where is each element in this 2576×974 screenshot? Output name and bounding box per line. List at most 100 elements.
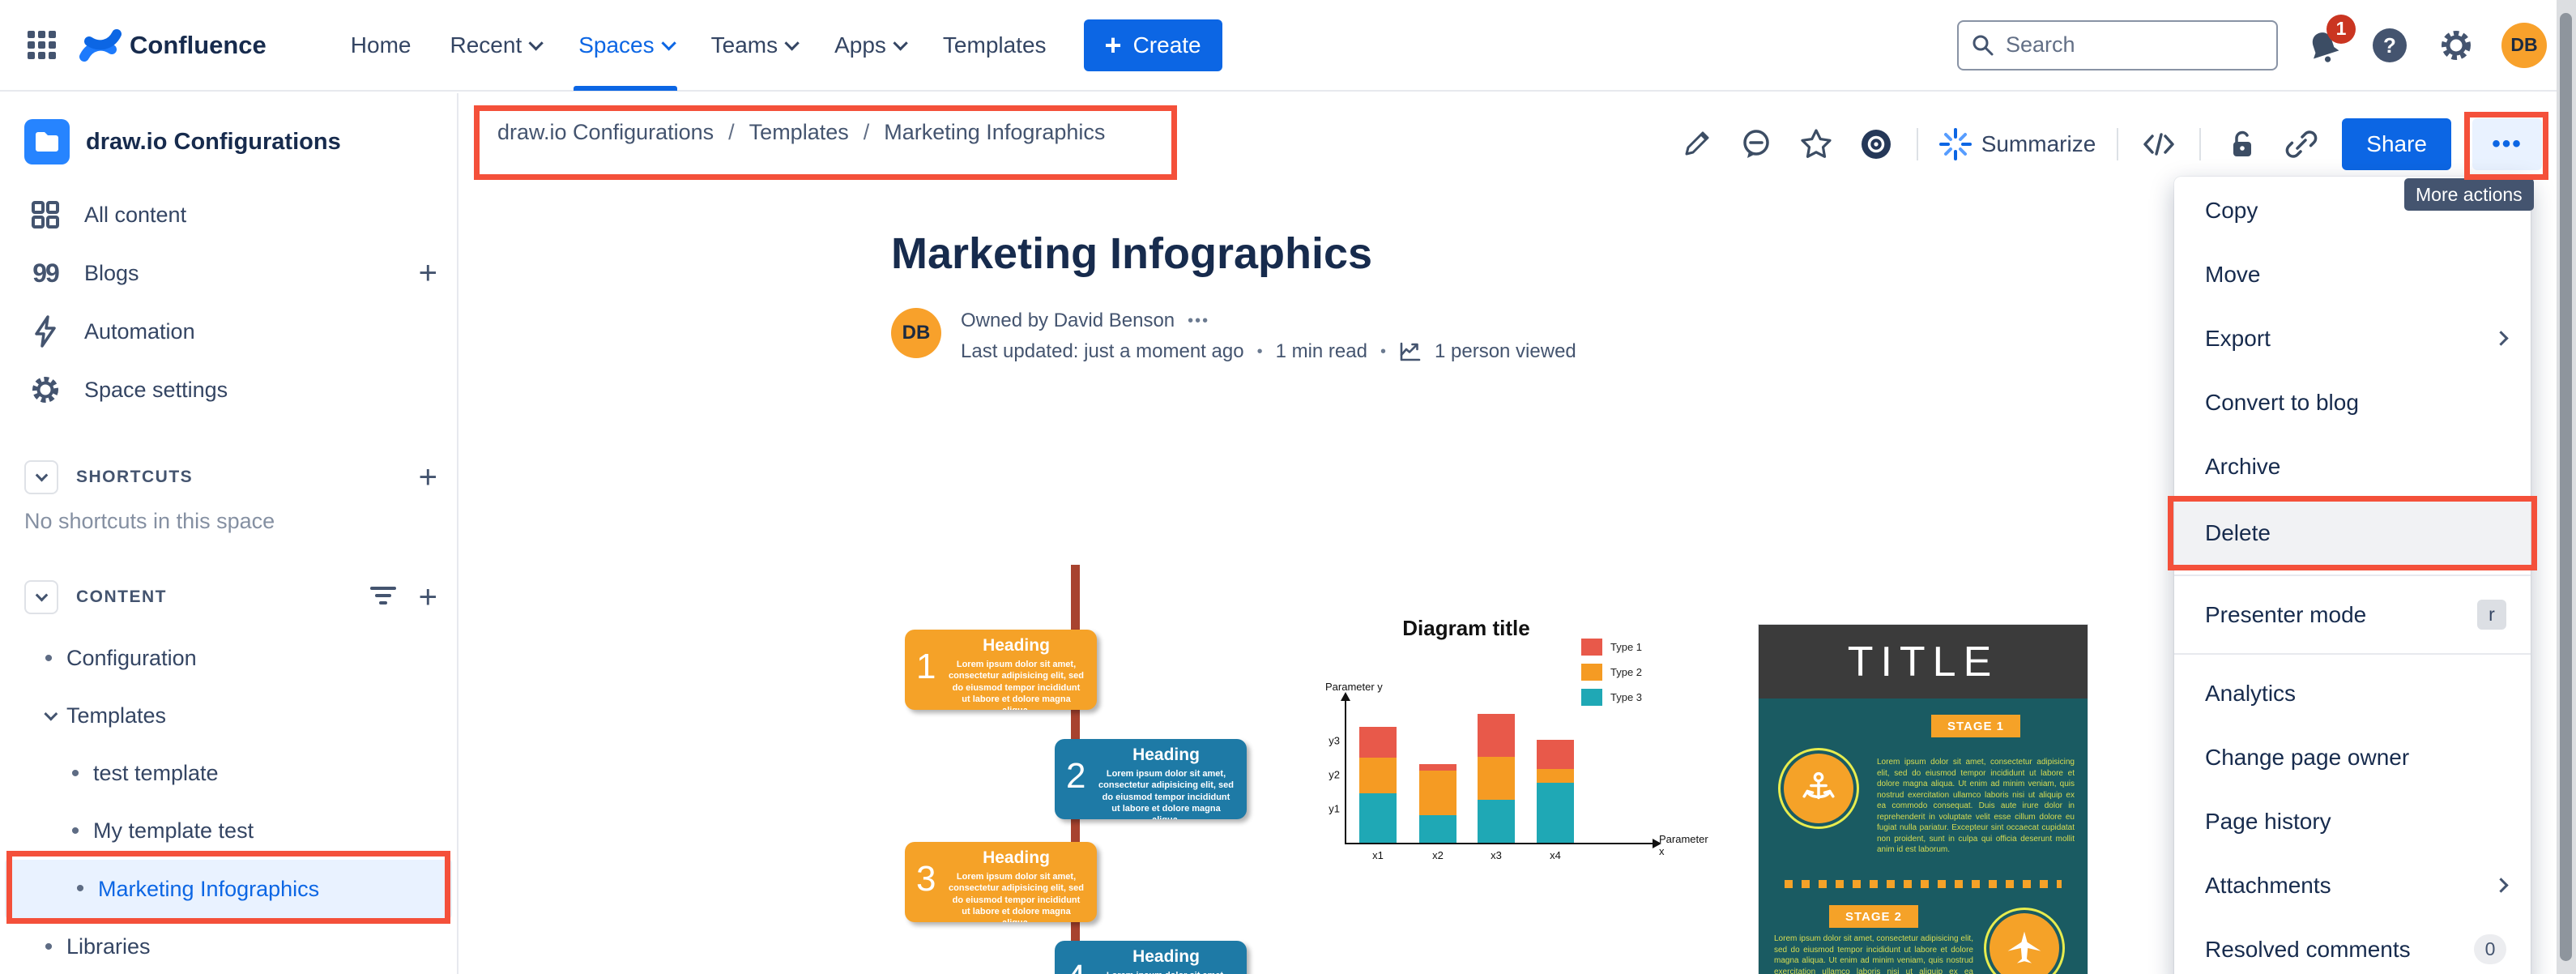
x-axis-arrow bbox=[1653, 839, 1661, 848]
code-button[interactable] bbox=[2139, 125, 2178, 164]
sidebar-item-label: Blogs bbox=[84, 260, 139, 285]
menu-item-change-page-owner[interactable]: Change page owner bbox=[2174, 725, 2531, 789]
app-switcher-icon[interactable] bbox=[24, 27, 62, 64]
edit-button[interactable] bbox=[1677, 125, 1716, 164]
menu-item-page-history[interactable]: Page history bbox=[2174, 789, 2531, 853]
step-heading: Heading bbox=[983, 848, 1050, 867]
confluence-logo[interactable]: Confluence bbox=[79, 26, 267, 65]
y-axis-arrow bbox=[1341, 692, 1350, 701]
step-body-text: Lorem ipsum dolor sit amet, consectetur … bbox=[949, 872, 1084, 922]
legend-entry-type-2: Type 2 bbox=[1581, 664, 1642, 681]
bar-segment-type-1-x3 bbox=[1478, 714, 1515, 757]
menu-item-attachments[interactable]: Attachments bbox=[2174, 853, 2531, 917]
topnav-item-spaces[interactable]: Spaces bbox=[562, 0, 688, 91]
create-button[interactable]: + Create bbox=[1083, 19, 1222, 71]
search-icon bbox=[1973, 35, 1994, 55]
topnav-item-recent[interactable]: Recent bbox=[434, 0, 557, 91]
bar-segment-type-2-x2 bbox=[1419, 771, 1456, 815]
legend-entry-type-3: Type 3 bbox=[1581, 689, 1642, 706]
help-button[interactable]: ? bbox=[2369, 24, 2411, 66]
topnav-item-teams[interactable]: Teams bbox=[695, 0, 812, 91]
sidebar-item-label: Space settings bbox=[84, 377, 228, 402]
menu-item-label: Convert to blog bbox=[2205, 389, 2359, 415]
sidebar-item-all-content[interactable]: All content bbox=[0, 186, 457, 244]
last-updated-text[interactable]: Last updated: just a moment ago bbox=[961, 340, 1244, 363]
step-body-text: Lorem ipsum dolor sit amet, consectetur … bbox=[1098, 769, 1234, 819]
poster-infographic-image[interactable]: TITLE STAGE 1 Lorem ipsum dolor sit amet… bbox=[1759, 625, 2088, 974]
filter-content-button[interactable] bbox=[369, 583, 398, 612]
more-actions-button[interactable]: ••• bbox=[2472, 118, 2542, 170]
shortcuts-header-label: SHORTCUTS bbox=[76, 468, 194, 486]
sidebar-item-blogs[interactable]: 99 Blogs + bbox=[0, 244, 457, 302]
gear-icon bbox=[28, 374, 63, 406]
bar-chart-image[interactable]: Diagram title Type 1 Type 2 Type 3 Paramet… bbox=[1320, 609, 1708, 889]
space-header[interactable]: draw.io Configurations bbox=[0, 116, 457, 168]
menu-item-delete[interactable]: Delete bbox=[2174, 498, 2531, 568]
star-button[interactable] bbox=[1797, 125, 1836, 164]
menu-item-analytics[interactable]: Analytics bbox=[2174, 661, 2531, 725]
watch-button[interactable] bbox=[1857, 125, 1896, 164]
toolbar-divider bbox=[1916, 128, 1918, 160]
author-avatar[interactable]: DB bbox=[891, 308, 941, 358]
sidebar-page-libraries[interactable]: • Libraries bbox=[0, 918, 457, 974]
breadcrumb-separator: / bbox=[863, 120, 870, 144]
scrollbar-track[interactable] bbox=[2557, 0, 2576, 974]
bolt-icon bbox=[28, 315, 63, 348]
settings-button[interactable] bbox=[2435, 24, 2477, 66]
anchor-icon bbox=[1802, 771, 1835, 800]
comment-button[interactable] bbox=[1737, 125, 1776, 164]
menu-item-convert-to-blog[interactable]: Convert to blog bbox=[2174, 370, 2531, 434]
collapse-shortcuts-button[interactable] bbox=[24, 460, 58, 494]
menu-item-move[interactable]: Move bbox=[2174, 242, 2531, 306]
sidebar-page-configuration[interactable]: • Configuration bbox=[0, 630, 457, 687]
grid-glyph bbox=[28, 30, 56, 59]
page-title: Marketing Infographics bbox=[891, 229, 1373, 278]
menu-item-presenter-mode[interactable]: Presenter mode r bbox=[2174, 583, 2531, 647]
read-time-text: 1 min read bbox=[1275, 340, 1367, 362]
topnav-item-home[interactable]: Home bbox=[335, 0, 428, 91]
step-body-text: Lorem ipsum dolor sit amet, consectetur … bbox=[1097, 970, 1235, 974]
menu-item-label: Analytics bbox=[2205, 680, 2297, 706]
sidebar-page-my-template-test[interactable]: • My template test bbox=[0, 802, 457, 860]
people-viewed-text[interactable]: 1 person viewed bbox=[1435, 340, 1576, 363]
content-tree: • Configuration Templates • test template • My… bbox=[0, 630, 457, 974]
owner-menu-button[interactable]: ••• bbox=[1188, 312, 1209, 331]
sidebar-page-templates[interactable]: Templates bbox=[0, 687, 457, 745]
restrictions-button[interactable] bbox=[2222, 125, 2261, 164]
notifications-button[interactable]: 1 bbox=[2302, 14, 2356, 66]
copy-link-button[interactable] bbox=[2282, 125, 2321, 164]
sidebar-item-automation[interactable]: Automation bbox=[0, 302, 457, 361]
sidebar-page-test-template[interactable]: • test template bbox=[0, 745, 457, 802]
topnav-item-templates[interactable]: Templates bbox=[927, 0, 1063, 91]
search-box bbox=[1957, 19, 2278, 70]
topnav-item-apps[interactable]: Apps bbox=[818, 0, 920, 91]
summarize-button[interactable]: Summarize bbox=[1938, 128, 2096, 160]
menu-item-export[interactable]: Export bbox=[2174, 306, 2531, 370]
collapse-content-button[interactable] bbox=[24, 580, 58, 614]
sidebar-item-space-settings[interactable]: Space settings bbox=[0, 361, 457, 419]
topnav-item-label: Home bbox=[350, 32, 412, 58]
add-content-button[interactable]: + bbox=[419, 581, 437, 613]
sidebar-item-label: Automation bbox=[84, 318, 195, 344]
bar-segment-type-2-x4 bbox=[1537, 769, 1574, 783]
search-input[interactable] bbox=[1957, 19, 2278, 70]
breadcrumb-item-draw-io-configurations[interactable]: draw.io Configurations bbox=[497, 120, 714, 145]
x-tick-label: x4 bbox=[1550, 849, 1561, 861]
timeline-step-3: 3 Heading Lorem ipsum dolor sit amet, cons… bbox=[905, 842, 1097, 922]
timeline-step-4: 4 Heading Lorem ipsum dolor sit amet, cons… bbox=[1055, 941, 1247, 974]
gear-icon bbox=[2442, 30, 2471, 60]
menu-item-resolved-comments[interactable]: Resolved comments 0 bbox=[2174, 917, 2531, 974]
topnav-item-label: Apps bbox=[834, 32, 886, 58]
share-button[interactable]: Share bbox=[2342, 118, 2451, 170]
step-number: 4 bbox=[1066, 960, 1085, 974]
breadcrumb-item-marketing-infographics[interactable]: Marketing Infographics bbox=[884, 120, 1105, 145]
sidebar-page-marketing-infographics[interactable]: • Marketing Infographics bbox=[5, 860, 452, 918]
scrollbar-thumb[interactable] bbox=[2560, 13, 2572, 961]
menu-item-archive[interactable]: Archive bbox=[2174, 434, 2531, 498]
breadcrumb-item-templates[interactable]: Templates bbox=[749, 120, 849, 145]
bar-segment-type-3-x1 bbox=[1359, 793, 1397, 843]
user-avatar[interactable]: DB bbox=[2501, 22, 2547, 68]
toolbar-divider bbox=[2199, 128, 2202, 160]
add-shortcut-button[interactable]: + bbox=[419, 461, 437, 493]
add-blog-button[interactable]: + bbox=[419, 257, 437, 289]
